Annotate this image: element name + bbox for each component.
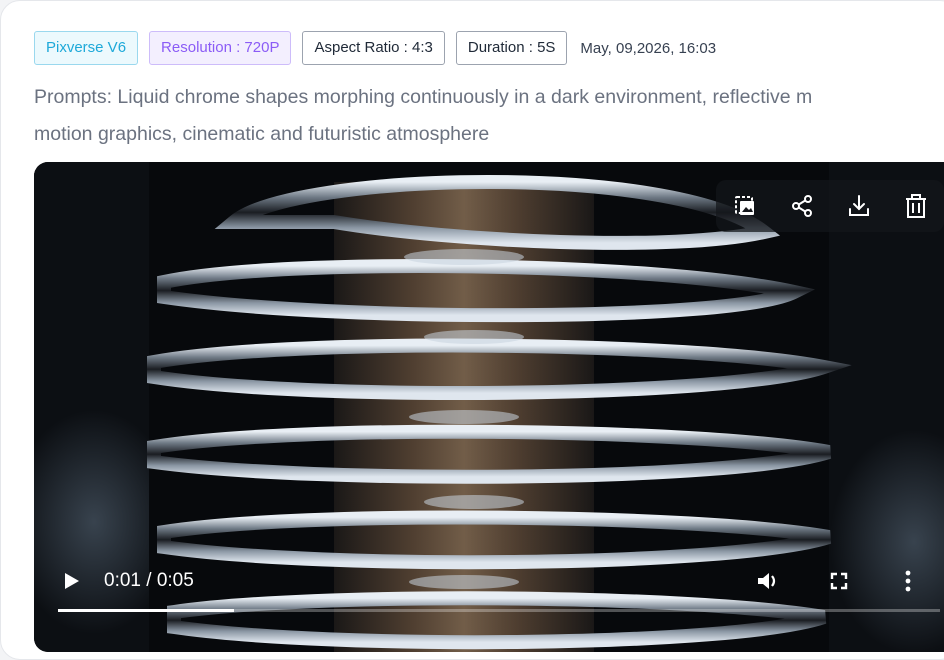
volume-icon[interactable] — [754, 566, 784, 596]
video-player[interactable]: 0:01 / 0:05 — [34, 162, 944, 652]
prompt-line-2: motion graphics, cinematic and futuristi… — [34, 123, 490, 145]
resolution-tag: Resolution : 720P — [149, 31, 292, 65]
prompt-text: Prompts: Liquid chrome shapes morphing c… — [34, 79, 944, 153]
model-tag: Pixverse V6 — [34, 31, 139, 65]
play-icon[interactable] — [58, 567, 86, 595]
video-controls: 0:01 / 0:05 — [34, 558, 944, 604]
image-export-icon[interactable] — [727, 188, 763, 224]
progress-fill — [58, 609, 235, 612]
generation-card: Pixverse V6 Resolution : 720P Aspect Rat… — [0, 0, 944, 660]
trash-icon[interactable] — [898, 188, 934, 224]
share-icon[interactable] — [784, 188, 820, 224]
duration-tag: Duration : 5S — [455, 31, 568, 65]
created-date: May, 09,2026, 16:03 — [580, 39, 717, 57]
fullscreen-icon[interactable] — [824, 566, 854, 596]
prompt-line-1: Prompts: Liquid chrome shapes morphing c… — [34, 86, 813, 108]
aspect-ratio-tag: Aspect Ratio : 4:3 — [302, 31, 445, 65]
more-vertical-icon[interactable] — [896, 566, 920, 596]
download-icon[interactable] — [841, 188, 877, 224]
video-toolbar — [716, 180, 944, 232]
progress-bar[interactable] — [58, 609, 940, 612]
time-display: 0:01 / 0:05 — [104, 570, 194, 591]
tag-row: Pixverse V6 Resolution : 720P Aspect Rat… — [34, 31, 716, 65]
